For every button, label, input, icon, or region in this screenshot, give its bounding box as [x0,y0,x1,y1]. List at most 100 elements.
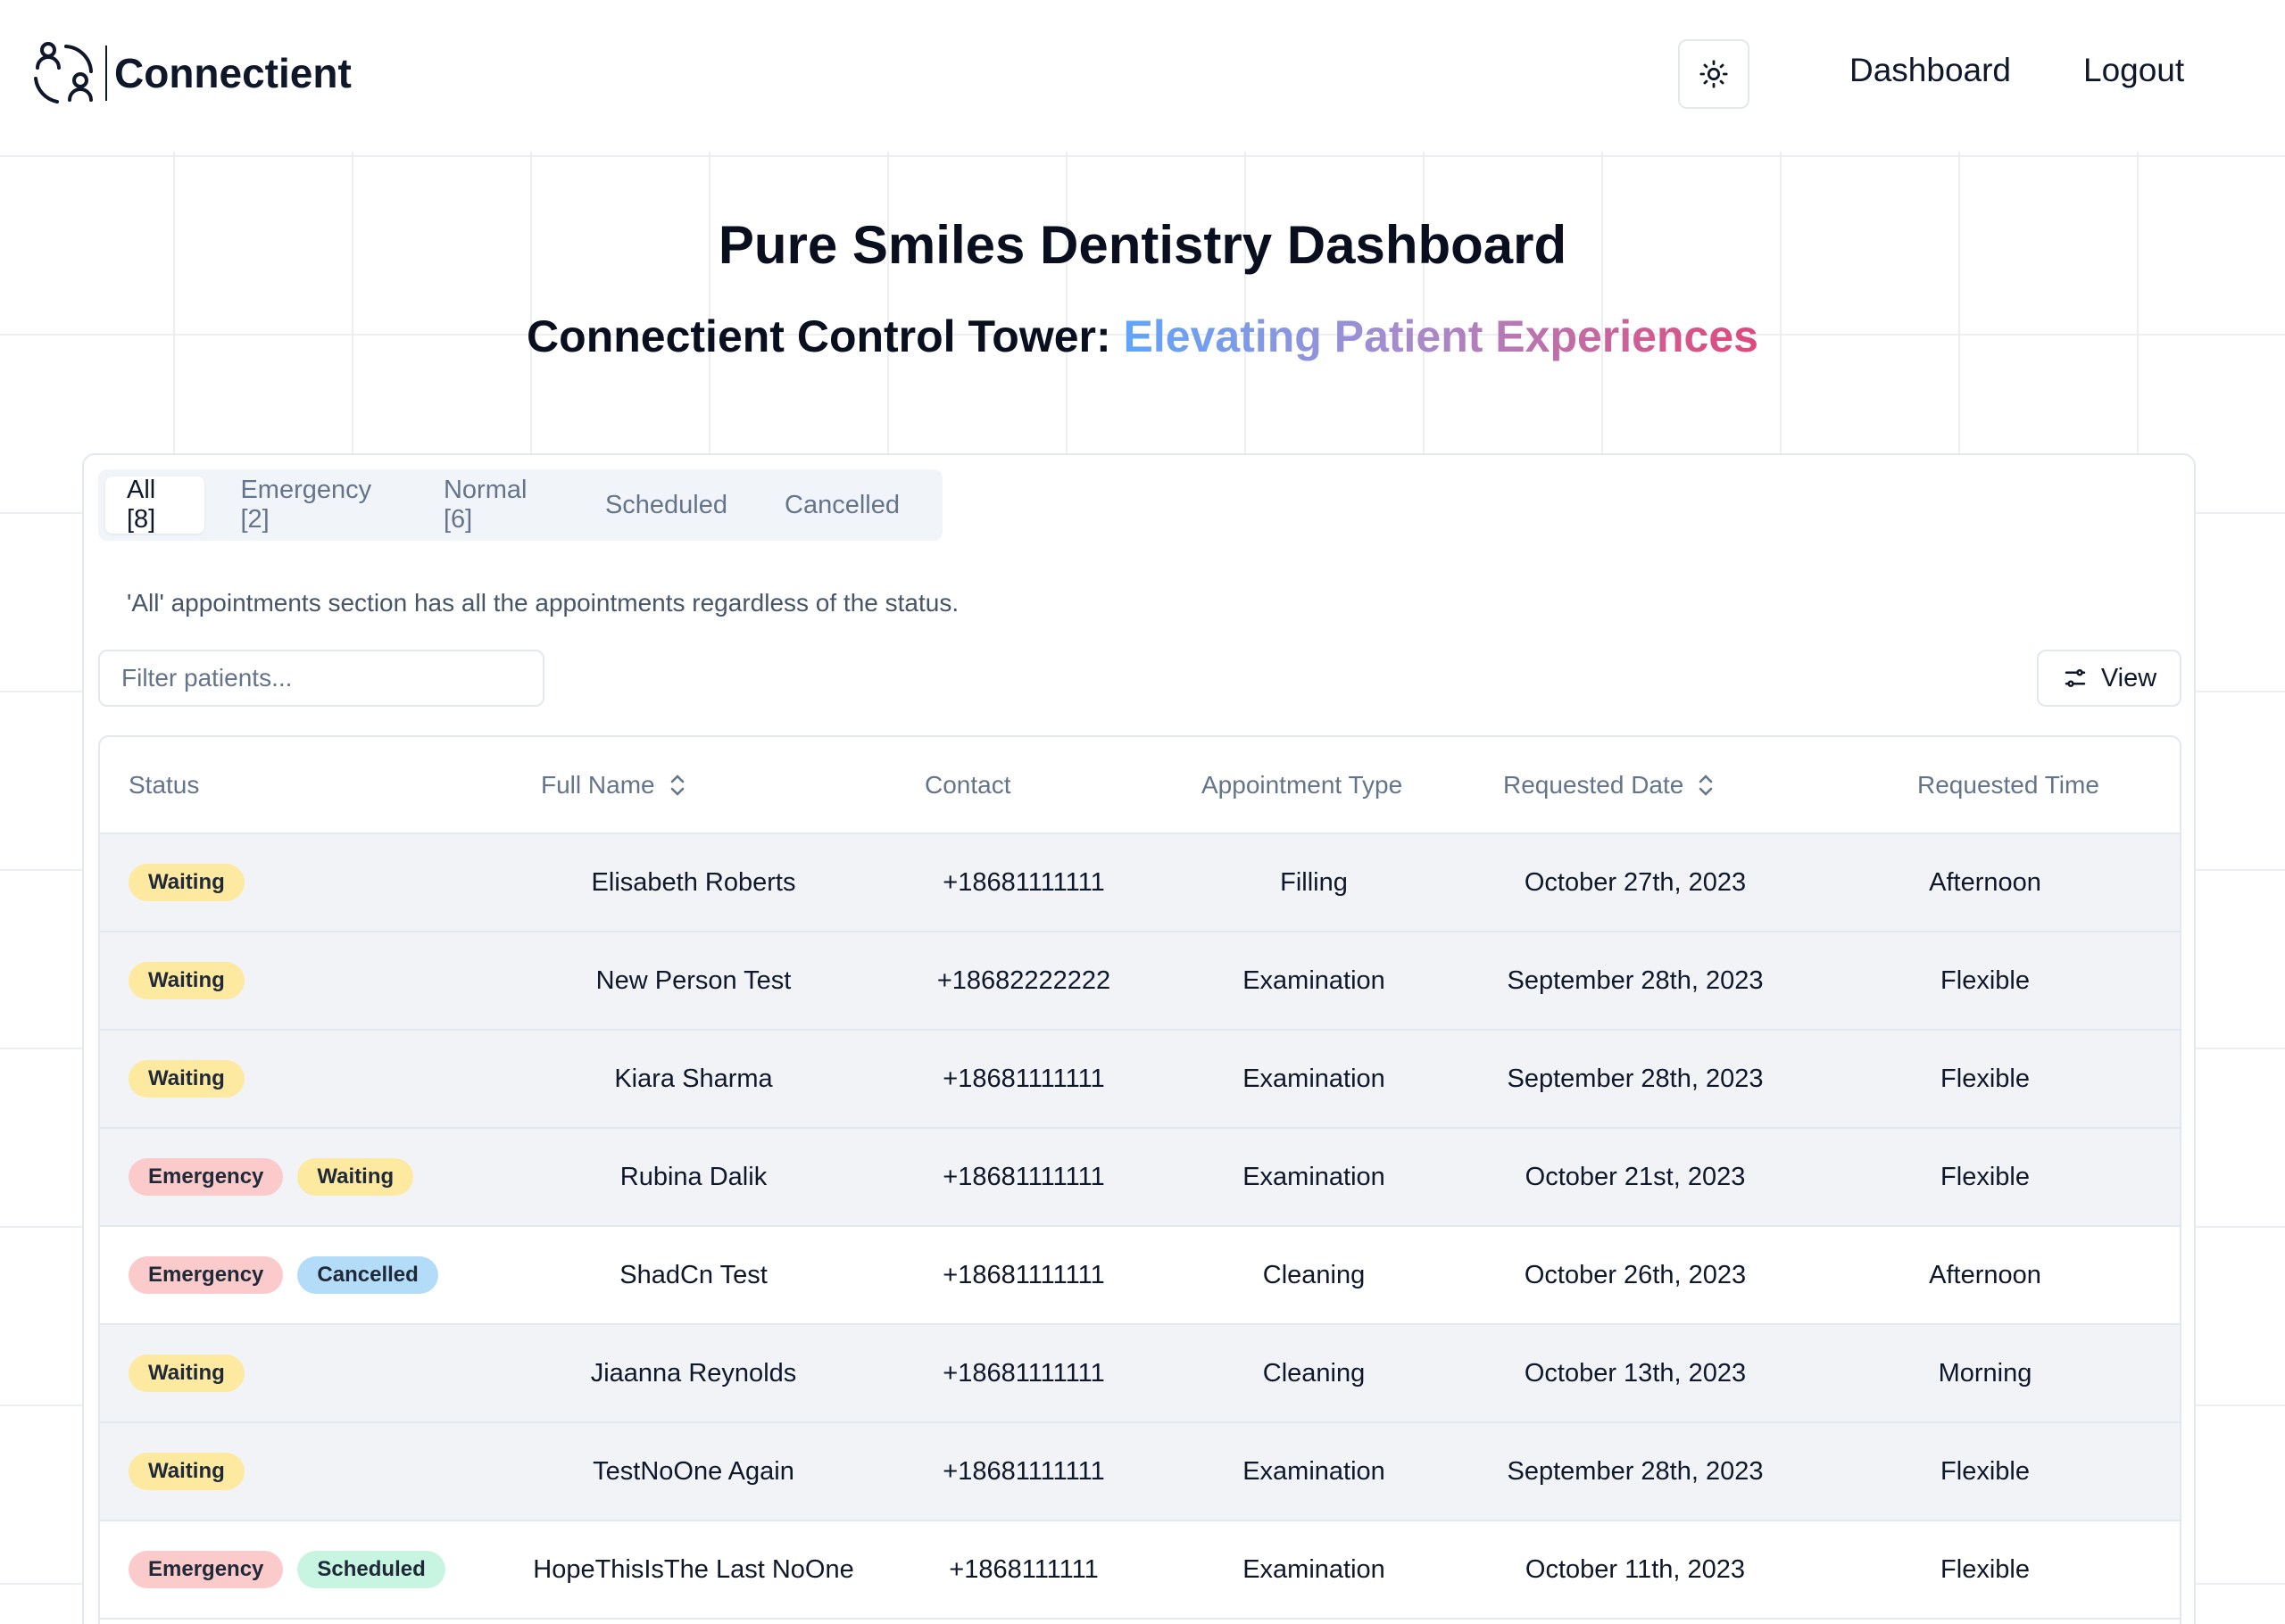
col-header-status: Status [100,737,484,834]
tab-all[interactable]: All [8] [105,476,205,534]
col-header-requested-date[interactable]: Requested Date [1483,737,1787,834]
nav-dashboard-link[interactable]: Dashboard [1849,52,2011,89]
brand[interactable]: Connectient [30,39,352,107]
appointment-type-cell: Examination [1144,1520,1483,1620]
nav-logout-link[interactable]: Logout [2083,52,2184,89]
appointment-type-cell: Cleaning [1144,1226,1483,1325]
contact-cell: +18681111111 [903,1030,1144,1129]
brand-name: Connectient [114,50,352,96]
appointment-type-cell: Examination [1144,932,1483,1031]
sun-icon [1699,60,1728,88]
requested-time-cell: Flexible [1787,932,2180,1031]
status-tabs: All [8] Emergency [2] Normal [6] Schedul… [98,469,943,541]
requested-date-cell: October 13th, 2023 [1483,1324,1787,1423]
requested-time-cell: Morning [1787,1324,2180,1423]
status-cell: Waiting [100,1422,484,1521]
status-badge-waiting: Waiting [129,1355,245,1392]
appointment-type-cell: Examination [1144,1422,1483,1521]
col-header-requested-date-label: Requested Date [1503,770,1684,799]
requested-time-cell: Flexible [1787,1422,2180,1521]
brand-divider [105,46,107,101]
patient-name-cell: Elisabeth Roberts [484,833,903,932]
appointment-type-cell: Cleaning [1144,1324,1483,1423]
contact-cell: +18681111111 [903,1422,1144,1521]
tab-scheduled[interactable]: Scheduled [584,476,749,534]
requested-date-cell: October 26th, 2023 [1483,1226,1787,1325]
appointment-type-cell: Examination [1144,1128,1483,1227]
patient-name-cell: TestNoOne Again [484,1422,903,1521]
status-badge-cancelled: Cancelled [297,1256,438,1294]
subtitle-prefix: Connectient Control Tower: [527,311,1124,361]
contact-cell: +18681111111 [903,1128,1144,1227]
contact-cell: +18682222222 [903,932,1144,1031]
sliders-icon [2065,669,2086,687]
contact-cell: +18681111111 [903,1324,1144,1423]
requested-date-cell: October 11th, 2023 [1483,1520,1787,1620]
status-badge-waiting: Waiting [129,1453,245,1490]
table-row[interactable]: Waiting Jiaanna Reynolds +18681111111 Clean… [100,1324,2180,1423]
chevron-up-down-icon [670,774,684,796]
status-cell: Waiting [100,1030,484,1129]
col-header-full-name[interactable]: Full Name [484,737,903,834]
requested-time-cell: Flexible [1787,1030,2180,1129]
patient-name-cell: ShadCn Test [484,1226,903,1325]
top-navbar: Connectient Dashboard Logout [0,0,2285,150]
chevron-up-down-icon [1699,774,1713,796]
status-badge-emergency: Emergency [129,1158,284,1196]
subtitle-highlight: Elevating Patient Experiences [1123,311,1758,361]
theme-toggle-button[interactable] [1678,39,1749,109]
contact-cell: +1868111111 [903,1520,1144,1620]
status-badge-emergency: Emergency [129,1551,284,1588]
table-row[interactable]: Waiting TestNoOne Again +18681111111 Examin… [100,1422,2180,1521]
status-cell: Waiting [100,932,484,1031]
requested-date-cell: September 28th, 2023 [1483,932,1787,1031]
table-row[interactable]: Emergency Waiting Rubina Dalik +18681111111… [100,1128,2180,1227]
status-badge-waiting: Waiting [129,1060,245,1098]
patient-name-cell: Kiara Sharma [484,1030,903,1129]
appointment-type-cell: Examination [1144,1030,1483,1129]
status-badge-waiting: Waiting [297,1158,414,1196]
page-subtitle: Connectient Control Tower: Elevating Pat… [0,311,2285,362]
status-badge-waiting: Waiting [129,864,245,901]
requested-date-cell: October 27th, 2023 [1483,833,1787,932]
tab-normal[interactable]: Normal [6] [422,476,569,534]
requested-time-cell: Afternoon [1787,833,2180,932]
contact-cell: +18681111111 [903,1226,1144,1325]
appointments-table: Status Full Name Contact Appointment Typ… [98,735,2181,1624]
filter-patients-input[interactable] [98,650,544,707]
patient-name-cell: HopeThisIsThe Last NoOne [484,1520,903,1620]
requested-date-cell: September 28th, 2023 [1483,1030,1787,1129]
status-badge-emergency: Emergency [129,1256,284,1294]
table-row[interactable]: Emergency Cancelled ShadCn Test +1868111111… [100,1226,2180,1325]
requested-time-cell: Afternoon [1787,1226,2180,1325]
view-button-label: View [2100,663,2157,692]
table-row[interactable]: Waiting New Person Test +18682222222 Examin… [100,932,2180,1031]
status-cell: Emergency Cancelled [100,1226,484,1325]
status-badge-scheduled: Scheduled [297,1551,445,1588]
appointments-card: All [8] Emergency [2] Normal [6] Schedul… [82,453,2196,1624]
table-header-row: Status Full Name Contact Appointment Typ… [100,737,2180,834]
patient-name-cell: Rubina Dalik [484,1128,903,1227]
tab-emergency[interactable]: Emergency [2] [219,476,408,534]
sort-requested-date[interactable]: Requested Date [1503,771,1716,800]
col-header-contact: Contact [903,737,1144,834]
requested-time-cell: Flexible [1787,1520,2180,1620]
table-row[interactable]: Emergency Scheduled HopeThisIsThe Last NoO… [100,1520,2180,1620]
status-cell: Emergency Scheduled [100,1520,484,1620]
table-row[interactable]: Waiting Kiara Sharma +18681111111 Examinati… [100,1030,2180,1129]
contact-cell: +18681111111 [903,833,1144,932]
page-title: Pure Smiles Dentistry Dashboard [718,215,1567,275]
tab-cancelled[interactable]: Cancelled [763,476,921,534]
col-header-full-name-label: Full Name [541,770,655,799]
sort-full-name[interactable]: Full Name [541,771,687,800]
status-cell: Waiting [100,1324,484,1423]
table-row[interactable]: Waiting Elisabeth Roberts +18681111111 Fill… [100,833,2180,932]
status-cell: Waiting [100,833,484,932]
view-options-button[interactable]: View [2037,650,2181,707]
status-badge-waiting: Waiting [129,962,245,999]
requested-date-cell: October 21st, 2023 [1483,1128,1787,1227]
col-header-requested-time: Requested Time [1787,737,2180,834]
requested-date-cell: September 28th, 2023 [1483,1422,1787,1521]
requested-time-cell: Flexible [1787,1128,2180,1227]
status-cell: Emergency Waiting [100,1128,484,1227]
